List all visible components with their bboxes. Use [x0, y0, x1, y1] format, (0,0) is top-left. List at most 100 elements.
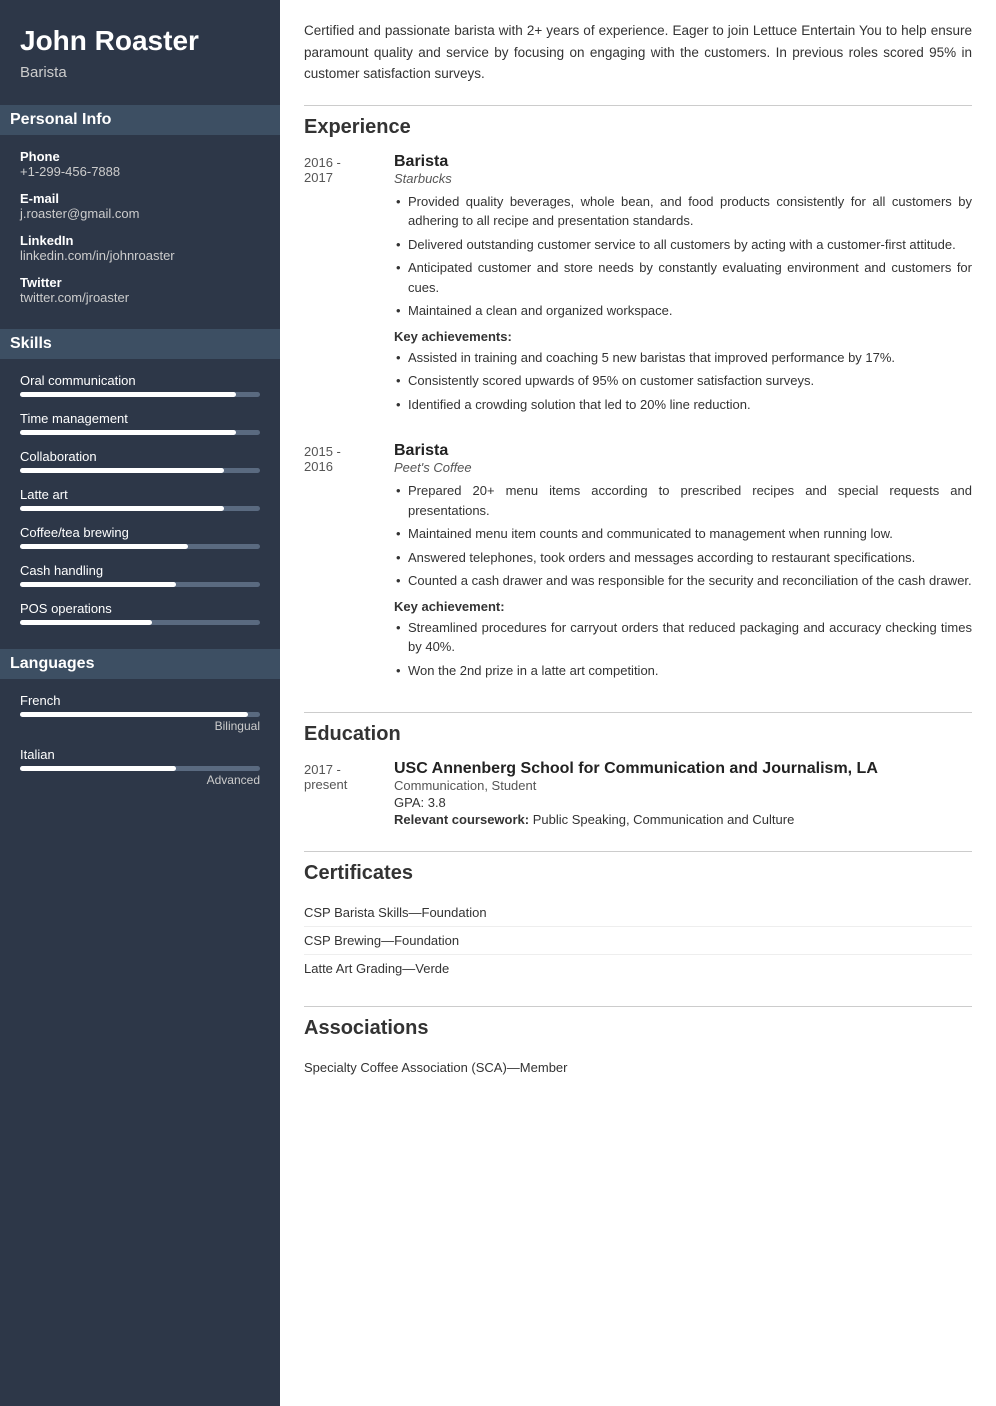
experience-list: 2016 -2017 Barista Starbucks Provided qu…: [304, 153, 972, 689]
experience-heading: Experience: [304, 116, 972, 139]
coursework-label: Relevant coursework:: [394, 812, 529, 827]
skill-item: Oral communication: [20, 373, 260, 397]
associations-section: Associations Specialty Coffee Associatio…: [304, 1006, 972, 1081]
phone-item: Phone +1-299-456-7888: [20, 149, 260, 179]
skill-name: POS operations: [20, 601, 260, 616]
personal-info-section: Personal Info Phone +1-299-456-7888 E-ma…: [20, 105, 260, 305]
experience-section: Experience 2016 -2017 Barista Starbucks …: [304, 105, 972, 689]
skill-bar-bg: [20, 430, 260, 435]
languages-section: Languages French Bilingual Italian Advan…: [20, 649, 260, 787]
sidebar: John Roaster Barista Personal Info Phone…: [0, 0, 280, 1406]
twitter-label: Twitter: [20, 275, 260, 290]
summary-text: Certified and passionate barista with 2+…: [304, 20, 972, 85]
skill-bar-bg: [20, 544, 260, 549]
skill-item: Time management: [20, 411, 260, 435]
experience-entry: 2016 -2017 Barista Starbucks Provided qu…: [304, 153, 972, 423]
skill-item: Latte art: [20, 487, 260, 511]
certificate-item: Latte Art Grading—Verde: [304, 955, 972, 982]
skill-bar-bg: [20, 392, 260, 397]
certificates-heading: Certificates: [304, 862, 972, 885]
certificates-list: CSP Barista Skills—FoundationCSP Brewing…: [304, 899, 972, 982]
language-level: Bilingual: [20, 719, 260, 733]
skill-name: Coffee/tea brewing: [20, 525, 260, 540]
achievement-item: Identified a crowding solution that led …: [394, 395, 972, 415]
skill-bar-bg: [20, 620, 260, 625]
skills-heading: Skills: [0, 329, 280, 359]
skills-section: Skills Oral communication Time managemen…: [20, 329, 260, 625]
bullet-item: Counted a cash drawer and was responsibl…: [394, 571, 972, 591]
skills-list: Oral communication Time management Colla…: [20, 373, 260, 625]
bullet-item: Provided quality beverages, whole bean, …: [394, 192, 972, 231]
skill-name: Latte art: [20, 487, 260, 502]
entry-org: Peet's Coffee: [394, 460, 972, 475]
bullet-item: Delivered outstanding customer service t…: [394, 235, 972, 255]
skill-bar-fill: [20, 468, 224, 473]
bullet-item: Anticipated customer and store needs by …: [394, 258, 972, 297]
main-content: Certified and passionate barista with 2+…: [280, 0, 996, 1406]
skill-bar-fill: [20, 392, 236, 397]
certificate-item: CSP Barista Skills—Foundation: [304, 899, 972, 927]
email-item: E-mail j.roaster@gmail.com: [20, 191, 260, 221]
edu-date: 2017 -present: [304, 760, 394, 827]
achievements-list: Streamlined procedures for carryout orde…: [394, 618, 972, 681]
email-label: E-mail: [20, 191, 260, 206]
resume-container: John Roaster Barista Personal Info Phone…: [0, 0, 996, 1406]
skill-bar-bg: [20, 582, 260, 587]
language-bar-fill: [20, 766, 176, 771]
key-achievements-label: Key achievement:: [394, 599, 972, 614]
skill-name: Oral communication: [20, 373, 260, 388]
skill-bar-bg: [20, 506, 260, 511]
language-bar-fill: [20, 712, 248, 717]
achievement-item: Streamlined procedures for carryout orde…: [394, 618, 972, 657]
experience-entry: 2015 -2016 Barista Peet's Coffee Prepare…: [304, 442, 972, 688]
language-bar-bg: [20, 766, 260, 771]
edu-title: USC Annenberg School for Communication a…: [394, 760, 972, 778]
skill-bar-fill: [20, 620, 152, 625]
certificate-item: CSP Brewing—Foundation: [304, 927, 972, 955]
education-section: Education 2017 -present USC Annenberg Sc…: [304, 712, 972, 827]
edu-field: Communication, Student: [394, 778, 972, 793]
language-level: Advanced: [20, 773, 260, 787]
languages-list: French Bilingual Italian Advanced: [20, 693, 260, 787]
skill-bar-fill: [20, 430, 236, 435]
skill-bar-fill: [20, 582, 176, 587]
certificates-section: Certificates CSP Barista Skills—Foundati…: [304, 851, 972, 982]
edu-content: USC Annenberg School for Communication a…: [394, 760, 972, 827]
entry-title: Barista: [394, 442, 972, 460]
candidate-title: Barista: [20, 64, 260, 81]
skill-name: Time management: [20, 411, 260, 426]
email-value: j.roaster@gmail.com: [20, 206, 260, 221]
bullet-item: Prepared 20+ menu items according to pre…: [394, 481, 972, 520]
bullets-list: Provided quality beverages, whole bean, …: [394, 192, 972, 321]
linkedin-value: linkedin.com/in/johnroaster: [20, 248, 260, 263]
key-achievements-label: Key achievements:: [394, 329, 972, 344]
entry-content: Barista Starbucks Provided quality bever…: [394, 153, 972, 423]
skill-bar-bg: [20, 468, 260, 473]
associations-heading: Associations: [304, 1017, 972, 1040]
entry-title: Barista: [394, 153, 972, 171]
edu-gpa: GPA: 3.8: [394, 795, 972, 810]
skill-item: Collaboration: [20, 449, 260, 473]
entry-date: 2015 -2016: [304, 442, 394, 688]
achievement-item: Won the 2nd prize in a latte art competi…: [394, 661, 972, 681]
education-list: 2017 -present USC Annenberg School for C…: [304, 760, 972, 827]
entry-org: Starbucks: [394, 171, 972, 186]
education-entry: 2017 -present USC Annenberg School for C…: [304, 760, 972, 827]
bullets-list: Prepared 20+ menu items according to pre…: [394, 481, 972, 591]
phone-label: Phone: [20, 149, 260, 164]
language-bar-bg: [20, 712, 260, 717]
skill-name: Collaboration: [20, 449, 260, 464]
personal-info-heading: Personal Info: [0, 105, 280, 135]
language-item: Italian Advanced: [20, 747, 260, 787]
twitter-value: twitter.com/jroaster: [20, 290, 260, 305]
skill-item: POS operations: [20, 601, 260, 625]
linkedin-item: LinkedIn linkedin.com/in/johnroaster: [20, 233, 260, 263]
skill-item: Cash handling: [20, 563, 260, 587]
achievement-item: Consistently scored upwards of 95% on cu…: [394, 371, 972, 391]
skill-bar-fill: [20, 544, 188, 549]
entry-content: Barista Peet's Coffee Prepared 20+ menu …: [394, 442, 972, 688]
language-name: French: [20, 693, 260, 708]
skill-name: Cash handling: [20, 563, 260, 578]
achievements-list: Assisted in training and coaching 5 new …: [394, 348, 972, 415]
entry-date: 2016 -2017: [304, 153, 394, 423]
